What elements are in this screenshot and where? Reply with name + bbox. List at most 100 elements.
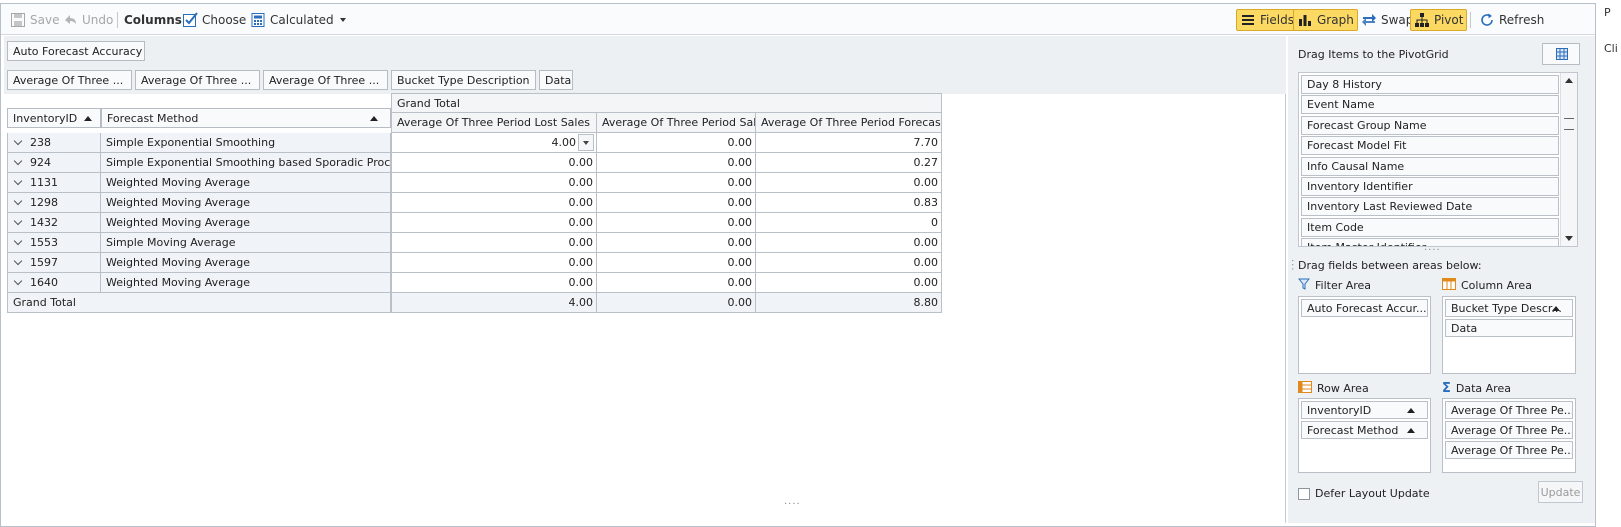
row-header-inventoryid[interactable]: 238 (7, 133, 101, 153)
row-area-drop-zone[interactable]: InventoryID Forecast Method (1298, 398, 1431, 473)
scroll-up-icon[interactable] (1565, 78, 1573, 83)
graph-toggle-button[interactable]: Graph (1293, 9, 1358, 31)
expand-chevron-icon[interactable] (13, 256, 23, 266)
available-field-item[interactable]: Forecast Group Name (1301, 115, 1559, 135)
layout-button[interactable] (1542, 43, 1580, 65)
horizontal-splitter-grip[interactable]: ···· (1424, 245, 1441, 256)
row-header-forecast-method: Simple Exponential Smoothing based Spora… (101, 153, 391, 173)
row-area-item[interactable]: InventoryID (1301, 401, 1428, 419)
data-cell[interactable]: 0.00 (391, 153, 597, 173)
filter-area-item[interactable]: Auto Forecast Accur... (1301, 299, 1428, 317)
available-field-item[interactable]: Inventory Identifier (1301, 177, 1559, 196)
data-cell[interactable]: 0.00 (597, 193, 756, 213)
data-cell[interactable]: 0.00 (391, 173, 597, 193)
expand-chevron-icon[interactable] (13, 176, 23, 186)
data-cell[interactable]: 0.00 (756, 173, 942, 193)
data-cell[interactable]: 0 (756, 213, 942, 233)
data-field-button[interactable]: Average Of Three ... (135, 70, 260, 90)
expand-chevron-icon[interactable] (13, 156, 23, 166)
cell-dropdown-icon[interactable] (578, 134, 594, 151)
data-cell[interactable]: 0.00 (391, 193, 597, 213)
row-header-inventoryid[interactable]: 1597 (7, 253, 101, 273)
row-header-inventoryid[interactable]: 1553 (7, 233, 101, 253)
column-area-item[interactable]: Data (1445, 319, 1573, 337)
available-field-item[interactable]: Event Name (1301, 95, 1559, 115)
data-cell[interactable]: 0.00 (756, 253, 942, 273)
data-field-button[interactable]: Average Of Three ... (263, 70, 388, 90)
data-cell[interactable]: 0.27 (756, 153, 942, 173)
grand-total-row-header: Grand Total (7, 293, 391, 313)
data-cell[interactable]: 0.00 (597, 213, 756, 233)
data-area-item[interactable]: Average Of Three Pe... (1445, 421, 1573, 439)
data-cell[interactable]: 0.00 (597, 153, 756, 173)
data-cell[interactable]: 0.00 (391, 233, 597, 253)
data-cell[interactable]: 0.00 (597, 273, 756, 293)
vertical-splitter-grip[interactable]: ··· (1286, 259, 1297, 272)
data-cell[interactable]: 7.70 (756, 133, 942, 153)
data-area-item[interactable]: Average Of Three Pe... (1445, 441, 1573, 459)
undo-button[interactable]: Undo (59, 9, 116, 31)
data-cell[interactable]: 0.00 (597, 173, 756, 193)
choose-button[interactable]: Choose (179, 9, 249, 31)
data-area-drop-zone[interactable]: Average Of Three Pe... Average Of Three … (1442, 398, 1576, 473)
data-cell[interactable]: 0.00 (756, 273, 942, 293)
bottom-splitter-grip[interactable]: ···· (784, 499, 801, 510)
available-fields-list[interactable]: Day 8 History Event Name Forecast Group Na… (1298, 72, 1578, 247)
column-field-data[interactable]: Data (539, 70, 573, 90)
row-header-forecast-method: Weighted Moving Average (101, 273, 391, 293)
expand-chevron-icon[interactable] (13, 136, 23, 146)
filter-area-drop-zone[interactable]: Auto Forecast Accur... (1298, 296, 1431, 374)
calculated-dropdown[interactable]: Calculated (247, 9, 349, 31)
data-cell[interactable]: 4.00 (391, 133, 597, 153)
update-button[interactable]: Update (1538, 481, 1583, 503)
defer-layout-update-checkbox[interactable]: Defer Layout Update (1298, 487, 1430, 500)
expand-chevron-icon[interactable] (13, 236, 23, 246)
row-header-inventoryid[interactable]: 1432 (7, 213, 101, 233)
filter-field-button[interactable]: Auto Forecast Accuracy (7, 41, 145, 61)
row-field-forecast-method[interactable]: Forecast Method (101, 108, 391, 128)
row-header-inventoryid[interactable]: 1298 (7, 193, 101, 213)
swap-button[interactable]: Swap (1358, 9, 1416, 31)
field-panel-title: Drag Items to the PivotGrid (1298, 48, 1449, 61)
sort-ascending-icon (1552, 306, 1560, 311)
data-cell[interactable]: 0.00 (597, 233, 756, 253)
field-list-scrollbar[interactable] (1560, 73, 1577, 246)
row-area-item[interactable]: Forecast Method (1301, 421, 1428, 439)
available-field-item[interactable]: Day 8 History (1301, 75, 1559, 94)
row-header-inventoryid[interactable]: 1131 (7, 173, 101, 193)
available-field-item[interactable]: Forecast Model Fit (1301, 136, 1559, 156)
checkbox-unchecked[interactable] (1298, 487, 1310, 500)
scroll-thumb[interactable] (1564, 118, 1574, 130)
expand-chevron-icon[interactable] (13, 216, 23, 226)
column-area-item[interactable]: Bucket Type Descr... (1445, 299, 1573, 317)
pivot-toggle-button[interactable]: Pivot (1410, 9, 1468, 31)
available-field-item[interactable]: Item Code (1301, 217, 1559, 237)
data-cell[interactable]: 0.00 (597, 253, 756, 273)
fields-toggle-button[interactable]: Fields (1236, 9, 1298, 31)
save-button[interactable]: Save (7, 9, 62, 31)
row-header-inventoryid[interactable]: 924 (7, 153, 101, 173)
columns-button[interactable]: Columns (121, 9, 185, 31)
expand-chevron-icon[interactable] (13, 276, 23, 286)
row-header-inventoryid[interactable]: 1640 (7, 273, 101, 293)
funnel-icon (1297, 278, 1311, 293)
scroll-down-icon[interactable] (1565, 236, 1573, 241)
data-cell[interactable]: 0.00 (391, 213, 597, 233)
grand-total-cell: 0.00 (597, 293, 756, 313)
data-cell[interactable]: 0.00 (391, 253, 597, 273)
calculator-icon (250, 12, 266, 28)
column-field-bucket-type[interactable]: Bucket Type Description (391, 70, 536, 90)
row-field-inventoryid[interactable]: InventoryID (7, 108, 101, 128)
field-list-panel: Drag Items to the PivotGrid Day 8 Histor… (1288, 36, 1595, 523)
refresh-button[interactable]: Refresh (1476, 9, 1547, 31)
expand-chevron-icon[interactable] (13, 196, 23, 206)
data-area-item[interactable]: Average Of Three Pe... (1445, 401, 1573, 419)
available-field-item[interactable]: Inventory Last Reviewed Date (1301, 197, 1559, 217)
data-cell[interactable]: 0.83 (756, 193, 942, 213)
data-cell[interactable]: 0.00 (756, 233, 942, 253)
data-cell[interactable]: 0.00 (597, 133, 756, 153)
data-cell[interactable]: 0.00 (391, 273, 597, 293)
available-field-item[interactable]: Info Causal Name (1301, 156, 1559, 176)
data-field-button[interactable]: Average Of Three ... (7, 70, 132, 90)
column-area-drop-zone[interactable]: Bucket Type Descr... Data (1442, 296, 1576, 374)
